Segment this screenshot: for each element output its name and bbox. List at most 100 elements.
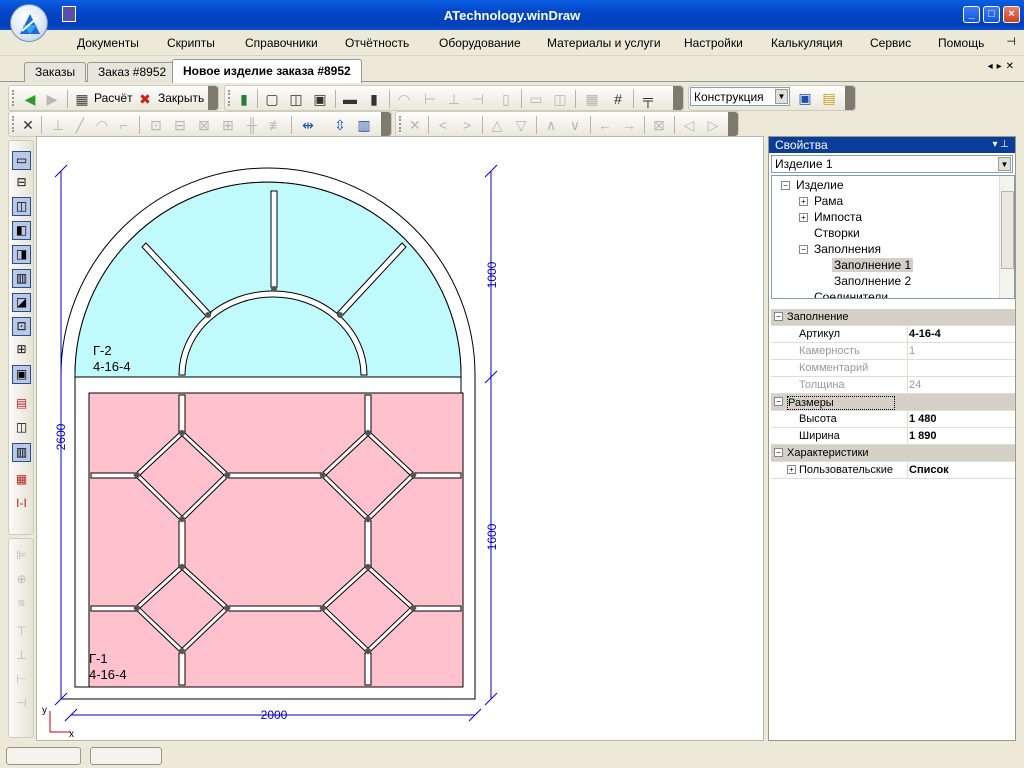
frame-icon[interactable]: ▢ [263, 90, 281, 108]
lattice-icon[interactable]: # [609, 90, 627, 108]
align-tool-5-icon[interactable]: ⊥ [12, 647, 31, 666]
tree-expand-icon[interactable]: + [799, 197, 808, 206]
maximize-button[interactable]: □ [983, 6, 1000, 23]
close-item-button[interactable]: Закрыть [158, 91, 204, 105]
sash-icon[interactable]: ▯ [497, 90, 515, 108]
object-select[interactable]: Изделие 1 ▼ [771, 155, 1013, 173]
category-sizes[interactable]: − Размеры [771, 394, 1015, 411]
properties-icon[interactable]: ▤ [820, 89, 838, 107]
book-icon[interactable]: ▮ [235, 90, 253, 108]
vertical-mullion-icon[interactable]: ▮ [365, 90, 383, 108]
chevron-down2-icon[interactable]: ∨ [566, 116, 584, 134]
back-icon[interactable]: ◀ [21, 90, 39, 108]
menu-calculation[interactable]: Калькуляция [771, 36, 843, 50]
tree-collapse-icon[interactable]: − [799, 245, 808, 254]
tab-navigation-icons[interactable]: ◂▸✕ [988, 61, 1018, 72]
frame-split-tool-icon[interactable]: ⊟ [12, 174, 31, 193]
tree-item-connectors[interactable]: Соединители [814, 290, 888, 298]
menu-equipment[interactable]: Оборудование [439, 36, 521, 50]
prop-row-article[interactable]: Артикул 4-16-4 [771, 326, 1015, 343]
forward-icon[interactable]: ▶ [43, 90, 61, 108]
dist-h-icon[interactable]: ⇹ [299, 116, 317, 134]
tilt-tool-icon[interactable]: ◪ [12, 293, 31, 312]
shape2-icon[interactable]: ⊟ [171, 116, 189, 134]
minimize-button[interactable]: _ [963, 6, 980, 23]
boxed-x-icon[interactable]: ⊠ [650, 116, 668, 134]
sash-tool-icon[interactable]: ◧ [12, 221, 31, 240]
menu-materials[interactable]: Материалы и услуги [547, 36, 661, 50]
mode-select[interactable]: Конструкция ▼ [690, 87, 790, 106]
tree-item-fill-2[interactable]: Заполнение 2 [834, 274, 911, 288]
align-left-icon[interactable]: ⊢ [421, 90, 439, 108]
prop-row-custom[interactable]: + Пользовательские Список [771, 462, 1015, 479]
frame-inner-icon[interactable]: ▣ [311, 90, 329, 108]
triangle1-icon[interactable]: △ [488, 116, 506, 134]
panel-tool-icon[interactable]: ▥ [12, 443, 31, 462]
tree-item-fillings[interactable]: Заполнения [814, 242, 881, 256]
delete-icon[interactable]: ✕ [19, 116, 37, 134]
sash-left-tool-icon[interactable]: ◨ [12, 245, 31, 264]
menu-service[interactable]: Сервис [870, 36, 911, 50]
calc-button[interactable]: Расчёт [94, 91, 133, 105]
dist-v-icon[interactable]: ⇳ [331, 116, 349, 134]
collapse-icon[interactable]: − [774, 312, 783, 321]
menu-settings[interactable]: Настройки [684, 36, 743, 50]
shape5-icon[interactable]: ╫ [243, 116, 261, 134]
tree-expand-icon[interactable]: + [799, 213, 808, 222]
align-center-icon[interactable]: ⊥ [445, 90, 463, 108]
category-characteristics[interactable]: − Характеристики [771, 445, 1015, 462]
align-tool-6-icon[interactable]: ⊢ [12, 671, 31, 690]
tree-scrollbar[interactable] [999, 176, 1014, 298]
horizontal-mullion-icon[interactable]: ▬ [341, 90, 359, 108]
triangle2-icon[interactable]: ▽ [512, 116, 530, 134]
tree-item-imposts[interactable]: Импоста [814, 210, 862, 224]
glass-icon[interactable]: ▭ [527, 90, 545, 108]
prop-row-width[interactable]: Ширина 1 890 [771, 428, 1015, 445]
calculator-icon[interactable]: ▦ [73, 90, 91, 108]
split-tool-icon[interactable]: ⊡ [12, 317, 31, 336]
double-sash-tool-icon[interactable]: ◫ [12, 419, 31, 438]
door-tool-icon[interactable]: ▦ [12, 471, 31, 490]
panel-pin-icon[interactable]: ▾ ⊥ [992, 137, 1009, 153]
arrow-right-icon[interactable]: → [620, 116, 638, 134]
shape3-icon[interactable]: ⊠ [195, 116, 213, 134]
collapse-icon[interactable]: − [774, 448, 783, 457]
menu-scripts[interactable]: Скрипты [167, 36, 215, 50]
shape1-icon[interactable]: ⊡ [147, 116, 165, 134]
grid-icon[interactable]: ▦ [583, 90, 601, 108]
prop-row-thickness[interactable]: Толщина 24 [771, 377, 1015, 394]
shape6-icon[interactable]: ≢ [267, 116, 285, 134]
chevron-down-icon[interactable]: ▼ [775, 89, 788, 104]
dist-grid-icon[interactable]: ▥ [355, 116, 373, 134]
tree-collapse-icon[interactable]: − [781, 181, 790, 190]
align-right-icon[interactable]: ⊣ [469, 90, 487, 108]
dimension-tool-icon[interactable]: I-I [12, 495, 31, 514]
frame-split-icon[interactable]: ◫ [287, 90, 305, 108]
drawing-canvas[interactable]: 2600 1000 1600 2000 Г-2 4-16-4 Г-1 4-16-… [36, 136, 764, 741]
angle-right-icon[interactable]: > [458, 116, 476, 134]
prop-row-comment[interactable]: Комментарий [771, 360, 1015, 377]
app-logo-icon[interactable] [10, 4, 48, 42]
double-glass-icon[interactable]: ◫ [551, 90, 569, 108]
inner-frame-tool-icon[interactable]: ▣ [12, 365, 31, 384]
frame-tool-icon[interactable]: ▭ [12, 151, 31, 170]
menu-reports[interactable]: Отчётность [345, 36, 409, 50]
menu-reference[interactable]: Справочники [245, 36, 318, 50]
align-tool-4-icon[interactable]: ⊤ [12, 623, 31, 642]
menu-help[interactable]: Помощь [938, 36, 984, 50]
arc-icon[interactable]: ◠ [93, 116, 111, 134]
arrow-left-icon[interactable]: ← [596, 116, 614, 134]
cross-icon[interactable]: ✕ [406, 116, 424, 134]
diagonal-icon[interactable]: ╱ [71, 116, 89, 134]
t-connector-icon[interactable]: ╤ [639, 90, 657, 108]
close-x-icon[interactable]: ✖ [136, 90, 154, 108]
tab-orders[interactable]: Заказы [24, 62, 87, 82]
view-icon[interactable]: ▣ [796, 89, 814, 107]
prop-row-height[interactable]: Высота 1 480 [771, 411, 1015, 428]
red-frame-tool-icon[interactable]: ▤ [12, 395, 31, 414]
tree-item-root[interactable]: Изделие [796, 178, 844, 192]
mullion-tool-icon[interactable]: ◫ [12, 197, 31, 216]
shape4-icon[interactable]: ⊞ [219, 116, 237, 134]
collapse-icon[interactable]: − [774, 397, 783, 406]
line-icon[interactable]: ⊥ [49, 116, 67, 134]
